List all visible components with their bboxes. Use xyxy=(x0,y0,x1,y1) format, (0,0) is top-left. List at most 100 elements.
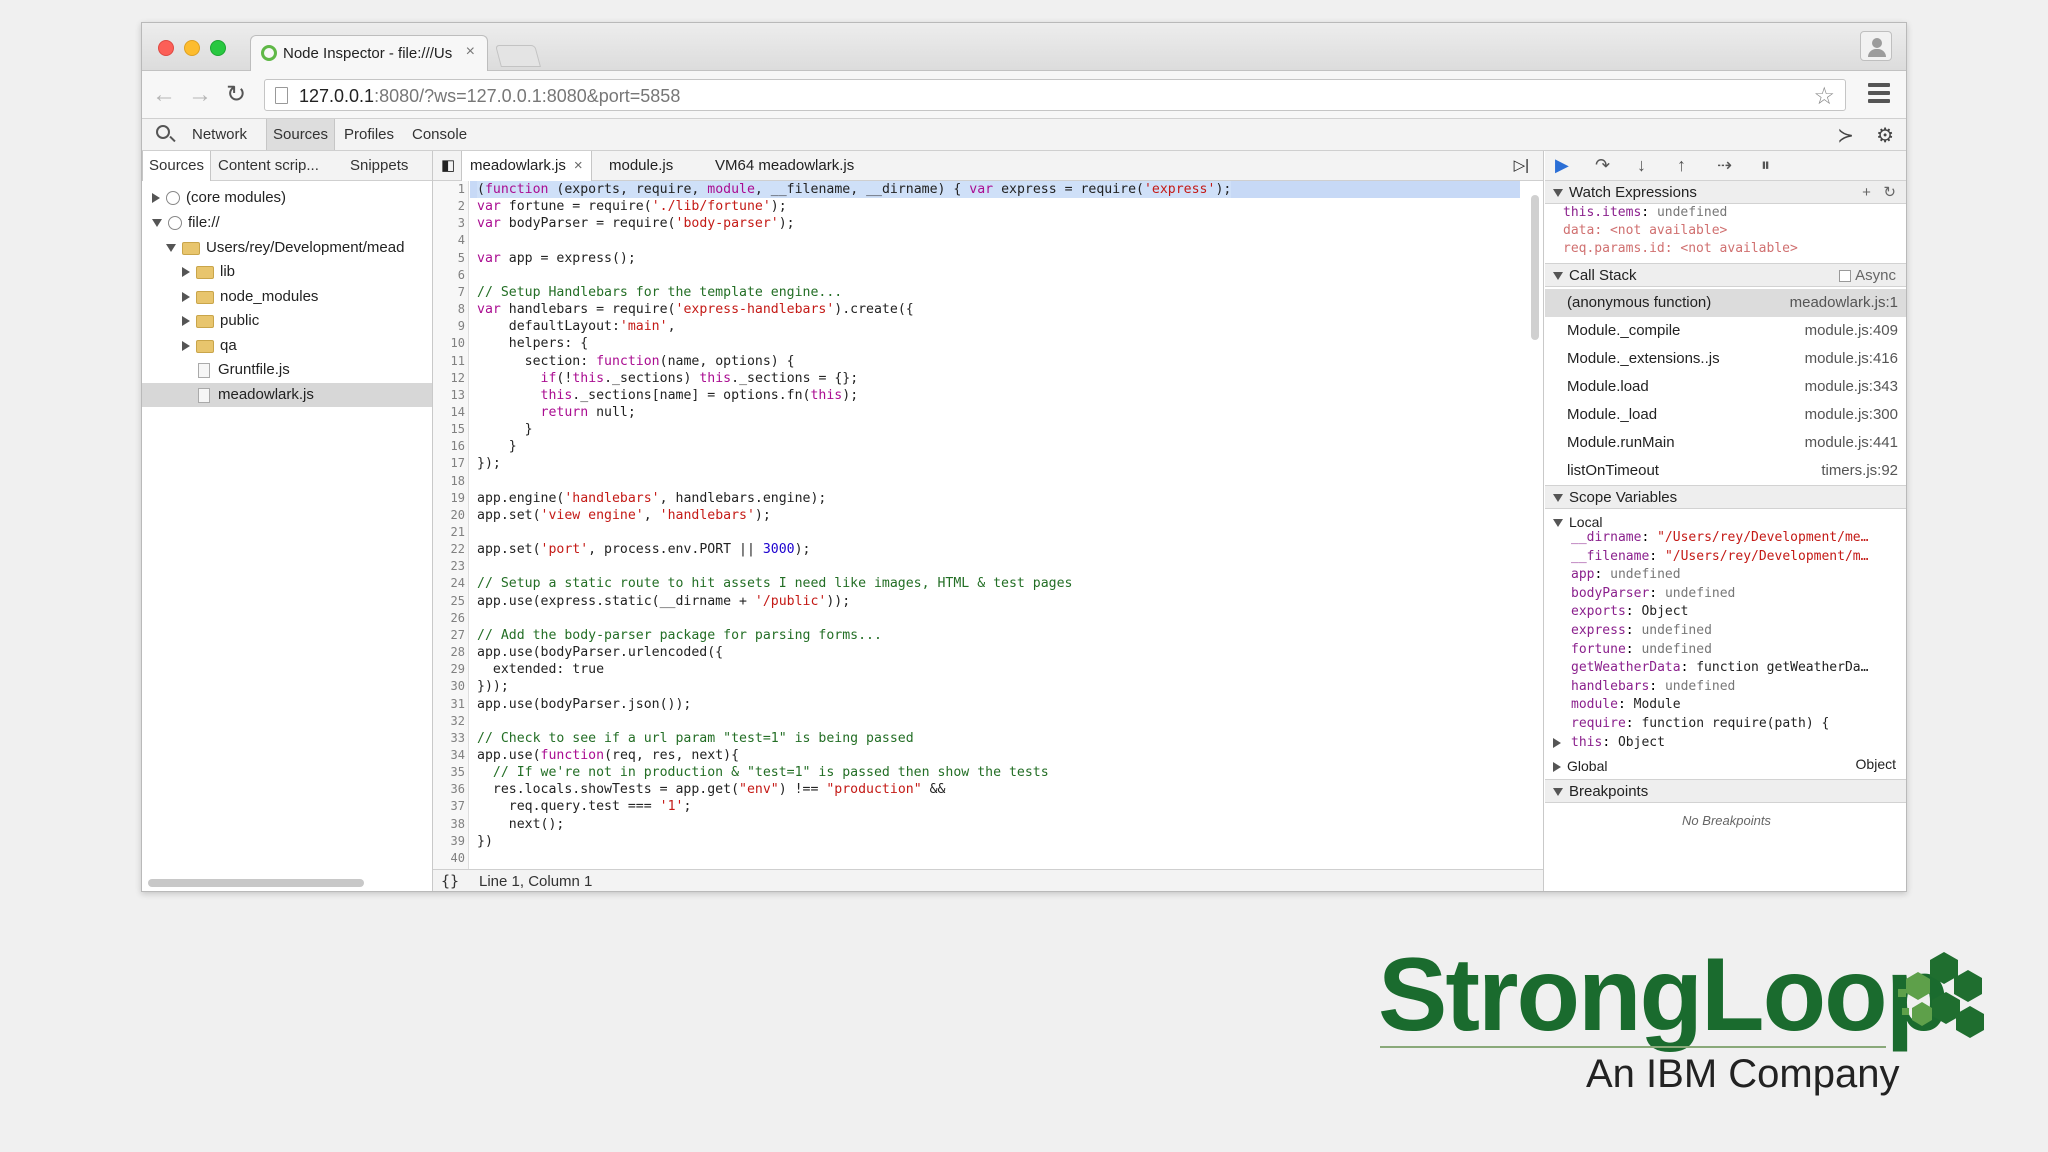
code-text[interactable]: // Setup Handlebars for the template eng… xyxy=(477,284,842,301)
collapse-arrow-icon[interactable] xyxy=(1553,189,1563,198)
code-line[interactable]: 1 (function (exports, require, module, __… xyxy=(433,181,1523,198)
code-text[interactable]: app.set('view engine', 'handlebars'); xyxy=(477,507,771,524)
tree-item-lib[interactable]: lib xyxy=(182,260,235,284)
collapse-arrow-icon[interactable] xyxy=(1553,519,1563,528)
code-line[interactable]: 20 app.set('view engine', 'handlebars'); xyxy=(433,507,1523,524)
bookmark-star-icon[interactable]: ☆ xyxy=(1813,82,1835,111)
code-line[interactable]: 9 defaultLayout:'main', xyxy=(433,318,1523,335)
tree-item-file-root[interactable]: file:// xyxy=(152,211,220,235)
line-number[interactable]: 25 xyxy=(433,593,465,610)
scope-variable[interactable]: handlebars: undefined xyxy=(1571,678,1901,696)
code-text[interactable]: } xyxy=(477,438,517,455)
code-text[interactable]: // If we're not in production & "test=1"… xyxy=(477,764,1049,781)
line-number[interactable]: 26 xyxy=(433,610,465,627)
editor-tab-module[interactable]: module.js xyxy=(601,151,681,181)
code-text[interactable]: app.use(bodyParser.json()); xyxy=(477,696,691,713)
code-text[interactable]: var bodyParser = require('body-parser'); xyxy=(477,215,795,232)
code-text[interactable]: defaultLayout:'main', xyxy=(477,318,676,335)
line-number[interactable]: 24 xyxy=(433,575,465,592)
toggle-navigator-icon[interactable]: ◧ xyxy=(433,151,461,181)
menu-icon[interactable] xyxy=(1868,83,1890,107)
call-frame[interactable]: Module._compile module.js:409 xyxy=(1545,317,1906,345)
call-frame[interactable]: listOnTimeout timers.js:92 xyxy=(1545,457,1906,485)
code-line[interactable]: 27 // Add the body-parser package for par… xyxy=(433,627,1523,644)
expand-arrow-icon[interactable] xyxy=(1553,738,1561,749)
search-icon[interactable] xyxy=(156,125,170,139)
code-line[interactable]: 31 app.use(bodyParser.json()); xyxy=(433,696,1523,713)
line-number[interactable]: 16 xyxy=(433,438,465,455)
line-number[interactable]: 34 xyxy=(433,747,465,764)
code-text[interactable]: res.locals.showTests = app.get("env") !=… xyxy=(477,781,946,798)
code-text[interactable]: }); xyxy=(477,455,501,472)
scope-variable[interactable]: require: function require(path) { xyxy=(1571,715,1901,733)
forward-arrow-icon[interactable]: → xyxy=(186,81,214,109)
line-number[interactable]: 29 xyxy=(433,661,465,678)
editor-scrollbar[interactable] xyxy=(1531,195,1539,340)
breakpoints-header[interactable]: Breakpoints xyxy=(1545,779,1906,803)
watch-expressions-header[interactable]: Watch Expressions + ↻ xyxy=(1545,180,1906,204)
expand-arrow-icon[interactable] xyxy=(152,193,160,204)
code-line[interactable]: 7 // Setup Handlebars for the template en… xyxy=(433,284,1523,301)
code-line[interactable]: 29 extended: true xyxy=(433,661,1523,678)
code-text[interactable]: req.query.test === '1'; xyxy=(477,798,692,815)
code-line[interactable]: 35 // If we're not in production & "test… xyxy=(433,764,1523,781)
line-number[interactable]: 4 xyxy=(433,232,465,249)
code-line[interactable]: 13 this._sections[name] = options.fn(thi… xyxy=(433,387,1523,404)
code-line[interactable]: 22 app.set('port', process.env.PORT || 30… xyxy=(433,541,1523,558)
call-frame[interactable]: Module._extensions..js module.js:416 xyxy=(1545,345,1906,373)
tree-item-project-folder[interactable]: Users/rey/Development/mead xyxy=(166,236,404,260)
tree-item-public[interactable]: public xyxy=(182,309,259,333)
line-number[interactable]: 9 xyxy=(433,318,465,335)
step-out-icon[interactable]: ↑ xyxy=(1677,155,1686,176)
console-drawer-icon[interactable]: ≻ xyxy=(1837,123,1854,148)
code-text[interactable]: // Add the body-parser package for parsi… xyxy=(477,627,882,644)
line-number[interactable]: 39 xyxy=(433,833,465,850)
editor-tab-meadowlark[interactable]: meadowlark.js × xyxy=(461,151,592,181)
line-number[interactable]: 8 xyxy=(433,301,465,318)
resume-icon[interactable]: ▶ xyxy=(1555,155,1569,176)
code-text[interactable]: section: function(name, options) { xyxy=(477,353,795,370)
code-line[interactable]: 17}); xyxy=(433,455,1523,472)
code-text[interactable]: // Setup a static route to hit assets I … xyxy=(477,575,1072,592)
line-number[interactable]: 14 xyxy=(433,404,465,421)
line-number[interactable]: 19 xyxy=(433,490,465,507)
code-line[interactable]: 19 app.engine('handlebars', handlebars.en… xyxy=(433,490,1523,507)
tree-item-qa[interactable]: qa xyxy=(182,334,237,358)
code-text[interactable]: })); xyxy=(477,678,509,695)
code-line[interactable]: 12 if(!this._sections) this._sections = … xyxy=(433,370,1523,387)
back-arrow-icon[interactable]: ← xyxy=(150,81,178,109)
code-text[interactable]: return null; xyxy=(477,404,636,421)
scope-variable[interactable]: fortune: undefined xyxy=(1571,641,1901,659)
new-tab-button[interactable] xyxy=(495,45,541,67)
line-number[interactable]: 32 xyxy=(433,713,465,730)
code-text[interactable]: app.use(function(req, res, next){ xyxy=(477,747,739,764)
tree-item-node-modules[interactable]: node_modules xyxy=(182,285,318,309)
code-line[interactable]: 33 // Check to see if a url param "test=1… xyxy=(433,730,1523,747)
line-number[interactable]: 17 xyxy=(433,455,465,472)
code-text[interactable]: }) xyxy=(477,833,493,850)
tree-item-core-modules[interactable]: (core modules) xyxy=(152,186,286,210)
close-tab-icon[interactable]: × xyxy=(574,157,583,174)
line-number[interactable]: 12 xyxy=(433,370,465,387)
code-line[interactable]: 38 next(); xyxy=(433,816,1523,833)
step-into-icon[interactable]: ↓ xyxy=(1637,155,1646,176)
minimize-window-button[interactable] xyxy=(184,40,200,56)
line-number[interactable]: 40 xyxy=(433,850,465,867)
collapse-arrow-icon[interactable] xyxy=(1553,272,1563,281)
navigator-scrollbar[interactable] xyxy=(148,879,364,887)
line-number[interactable]: 2 xyxy=(433,198,465,215)
code-text[interactable]: var fortune = require('./lib/fortune'); xyxy=(477,198,787,215)
code-line[interactable]: 25 app.use(express.static(__dirname + '/p… xyxy=(433,593,1523,610)
code-line[interactable]: 24 // Setup a static route to hit assets … xyxy=(433,575,1523,592)
tab-snippets[interactable]: Snippets xyxy=(344,151,414,181)
collapse-arrow-icon[interactable] xyxy=(1553,788,1563,797)
code-text[interactable]: app.use(bodyParser.urlencoded({ xyxy=(477,644,723,661)
line-number[interactable]: 3 xyxy=(433,215,465,232)
scope-variable[interactable]: __dirname: "/Users/rey/Development/me… xyxy=(1571,529,1901,547)
line-number[interactable]: 21 xyxy=(433,524,465,541)
line-number[interactable]: 37 xyxy=(433,798,465,815)
line-number[interactable]: 11 xyxy=(433,353,465,370)
code-text[interactable]: (function (exports, require, module, __f… xyxy=(477,181,1232,198)
call-frame[interactable]: Module.load module.js:343 xyxy=(1545,373,1906,401)
profile-icon[interactable] xyxy=(1860,31,1892,61)
